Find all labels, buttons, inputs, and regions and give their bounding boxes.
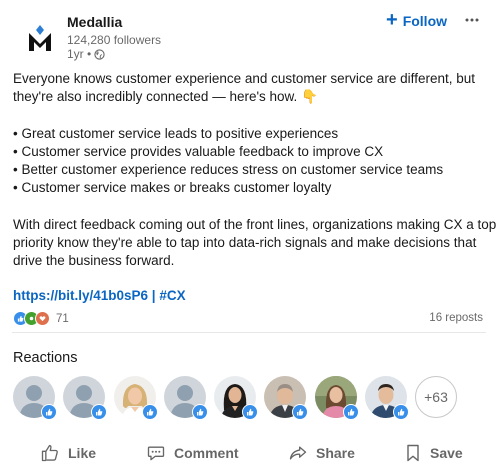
reactor-avatar[interactable]	[164, 376, 208, 420]
bookmark-icon	[407, 444, 419, 462]
follower-count: 124,280 followers	[67, 33, 162, 47]
like-badge-icon	[192, 404, 208, 420]
share-arrow-icon	[289, 446, 307, 460]
post-links: https://bit.ly/41b0sP6 | #CX	[13, 288, 186, 303]
reaction-count: 71	[56, 312, 69, 325]
post-age-text: 1yr •	[67, 47, 92, 61]
follow-button[interactable]: + Follow	[386, 10, 447, 32]
post-actions-bar: Like Comment Share Save	[0, 436, 498, 470]
reactions-summary[interactable]: 71	[13, 311, 69, 326]
share-label: Share	[316, 445, 355, 461]
repost-count[interactable]: 16 reposts	[429, 312, 483, 324]
link-separator: |	[148, 288, 160, 303]
like-badge-icon	[292, 404, 308, 420]
company-name[interactable]: Medallia	[67, 14, 122, 30]
post-text-line: With direct feedback coming out of the f…	[13, 217, 497, 232]
reactor-avatar[interactable]	[315, 376, 359, 420]
save-button[interactable]: Save	[404, 436, 463, 470]
post-text-line: Everyone knows customer experience and c…	[13, 71, 475, 86]
like-badge-icon	[142, 404, 158, 420]
like-button[interactable]: Like	[40, 436, 96, 470]
love-reaction-icon	[35, 311, 50, 326]
post-text-line: drive the business forward.	[13, 253, 175, 268]
reactor-avatar[interactable]	[13, 376, 57, 420]
bullet-item: • Great customer service leads to positi…	[13, 126, 339, 141]
globe-icon	[94, 48, 105, 60]
post-text-line: they're also incredibly connected — here…	[13, 89, 318, 104]
reactor-avatar[interactable]	[264, 376, 308, 420]
follow-label: Follow	[402, 13, 448, 29]
divider	[12, 332, 486, 333]
post-age: 1yr •	[67, 47, 105, 61]
comment-button[interactable]: Comment	[146, 436, 239, 470]
ellipsis-icon	[465, 18, 479, 22]
more-reactors-button[interactable]: +63	[415, 376, 457, 418]
post-card: Medallia 124,280 followers 1yr • + Follo…	[0, 0, 498, 474]
hashtag-cx[interactable]: #CX	[159, 288, 185, 303]
more-options-button[interactable]	[462, 10, 482, 30]
like-label: Like	[68, 445, 97, 461]
plus-icon: +	[386, 9, 398, 31]
like-badge-icon	[242, 404, 258, 420]
share-button[interactable]: Share	[288, 436, 355, 470]
like-badge-icon	[41, 404, 57, 420]
save-label: Save	[430, 445, 463, 461]
like-badge-icon	[393, 404, 409, 420]
medallia-logo[interactable]	[16, 14, 64, 62]
comment-icon	[147, 446, 165, 461]
like-badge-icon	[343, 404, 359, 420]
reactor-avatar[interactable]	[365, 376, 409, 420]
bitly-link[interactable]: https://bit.ly/41b0sP6	[13, 288, 148, 303]
like-badge-icon	[91, 404, 107, 420]
comment-label: Comment	[174, 445, 239, 461]
reactor-avatar[interactable]	[63, 376, 107, 420]
reactor-avatar[interactable]	[214, 376, 258, 420]
thumbs-up-icon	[41, 444, 58, 462]
bullet-item: • Customer service provides valuable fee…	[13, 144, 384, 159]
reactions-heading: Reactions	[13, 350, 78, 366]
bullet-item: • Customer service makes or breaks custo…	[13, 180, 332, 195]
post-text-line: priority know they're able to tap into d…	[13, 235, 477, 250]
bullet-item: • Better customer experience reduces str…	[13, 162, 444, 177]
reactor-avatar[interactable]	[114, 376, 158, 420]
